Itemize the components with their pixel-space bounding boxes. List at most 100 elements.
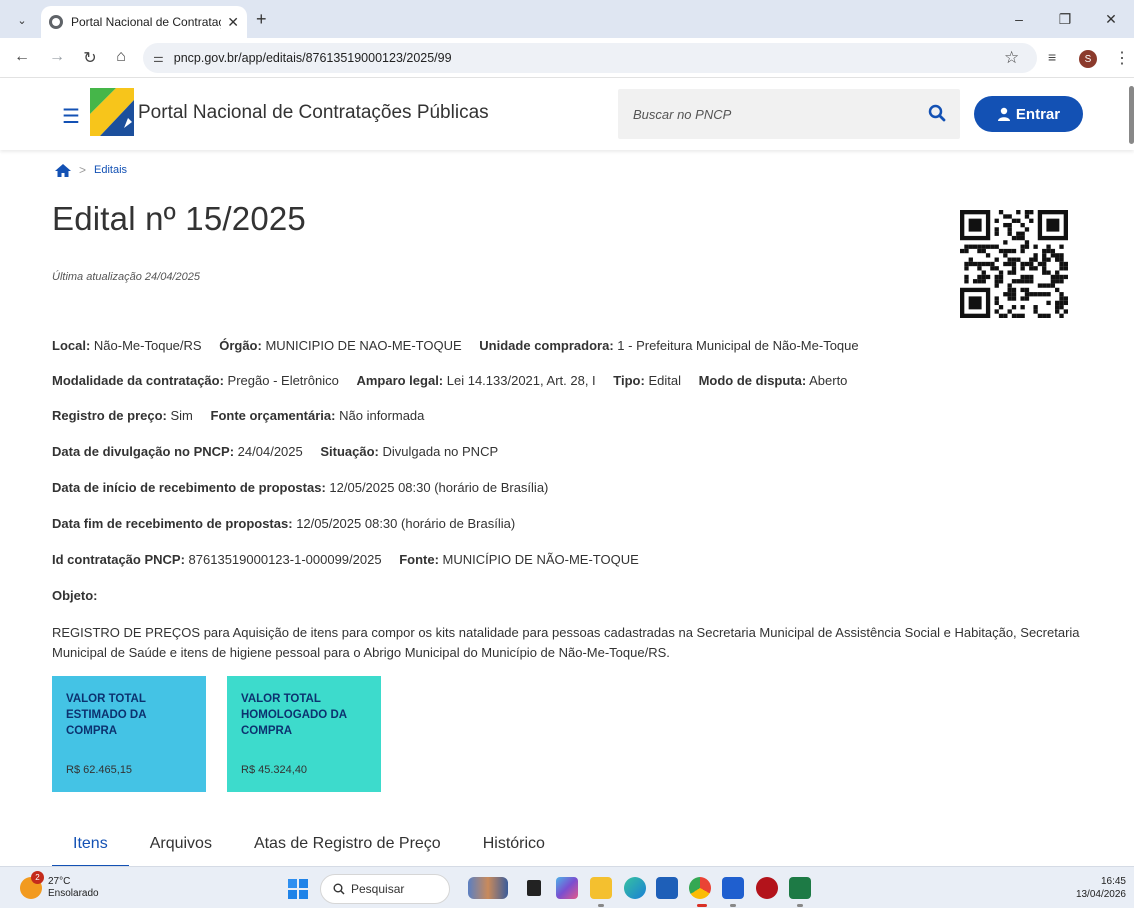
clock-date: 13/04/2026 [1075, 889, 1126, 900]
info-data-fim: Data fim de recebimento de propostas: 12… [52, 516, 516, 531]
temperature: 27°C [48, 876, 71, 887]
info-situacao: Situação: Divulgada no PNCP [320, 444, 499, 459]
browser-toolbar: ← → ↻ ⌂ ⚌ pncp.gov.br/app/editais/876135… [0, 38, 1134, 78]
info-row-fim-propostas: Data fim de recebimento de propostas: 12… [52, 516, 529, 531]
reading-list-icon[interactable]: ≡ [1048, 49, 1056, 65]
breadcrumb: > Editais [55, 163, 127, 177]
search-box [618, 89, 960, 139]
active-indicator [697, 904, 707, 907]
bookmark-star-icon[interactable]: ☆ [1004, 48, 1019, 68]
m365-icon[interactable] [556, 877, 578, 899]
login-label: Entrar [1015, 105, 1061, 123]
tab-title: Portal Nacional de Contratações [71, 15, 221, 29]
info-row-divulgacao: Data de divulgação no PNCP: 24/04/2025 S… [52, 444, 512, 459]
info-local: Local: Não-Me-Toque/RS [52, 338, 202, 353]
windows-start-icon[interactable] [288, 879, 308, 899]
close-tab-icon[interactable]: ✕ [227, 14, 239, 31]
widgets-icon[interactable] [468, 877, 508, 899]
browser-tab-active[interactable]: Portal Nacional de Contratações ✕ [41, 6, 247, 38]
restore-icon[interactable]: ❐ [1042, 0, 1088, 38]
profile-avatar[interactable]: S [1079, 50, 1097, 68]
card-value: R$ 62.465,15 [66, 764, 133, 776]
running-indicator [730, 904, 736, 907]
tab-historico[interactable]: Histórico [462, 820, 566, 868]
card-valor-homologado: VALOR TOTAL HOMOLOGADO DA COMPRA R$ 45.3… [227, 676, 381, 792]
info-data-divulgacao: Data de divulgação no PNCP: 24/04/2025 [52, 444, 303, 459]
windows-taskbar: 2 27°C Ensolarado Pesquisar 16:45 13/04/… [0, 866, 1134, 908]
page-title: Edital nº 15/2025 [52, 200, 306, 237]
taskbar-search-label: Pesquisar [351, 882, 405, 896]
chevron-right-icon: > [79, 163, 87, 177]
info-data-inicio: Data de início de recebimento de propost… [52, 480, 549, 495]
info-modo-disputa: Modo de disputa: Aberto [698, 373, 848, 388]
new-tab-icon[interactable]: + [256, 9, 267, 30]
taskbar-search[interactable]: Pesquisar [320, 874, 450, 904]
search-input[interactable] [618, 89, 918, 139]
weather-widget[interactable]: 2 27°C Ensolarado [20, 871, 99, 900]
address-bar[interactable]: ⚌ pncp.gov.br/app/editais/87613519000123… [143, 43, 1037, 73]
window-controls: – ❐ ✕ [996, 0, 1134, 38]
word-icon[interactable] [722, 877, 744, 899]
qr-code [960, 210, 1068, 318]
excel-icon[interactable] [789, 877, 811, 899]
file-explorer-icon[interactable] [590, 877, 612, 899]
site-info-icon[interactable]: ⚌ [153, 51, 164, 65]
close-window-icon[interactable]: ✕ [1088, 0, 1134, 38]
tab-atas-registro-preco[interactable]: Atas de Registro de Preço [233, 820, 462, 868]
hamburger-menu-icon[interactable]: ☰ [62, 104, 80, 129]
card-label: VALOR TOTAL HOMOLOGADO DA COMPRA [241, 693, 347, 737]
tab-itens[interactable]: Itens [52, 820, 129, 868]
reload-icon[interactable]: ↻ [80, 48, 100, 68]
home-icon[interactable]: ⌂ [111, 48, 131, 66]
info-id-contratacao: Id contratação PNCP: 87613519000123-1-00… [52, 552, 382, 567]
minimize-icon[interactable]: – [996, 0, 1042, 38]
info-unidade-compradora: Unidade compradora: 1 - Prefeitura Munic… [479, 338, 859, 353]
info-row-local: Local: Não-Me-Toque/RS Órgão: MUNICIPIO … [52, 338, 873, 353]
card-value: R$ 45.324,40 [241, 764, 308, 776]
browser-tab-strip: ⌄ Portal Nacional de Contratações ✕ + – … [0, 0, 1134, 38]
app-icon[interactable] [756, 877, 778, 899]
info-row-registro: Registro de preço: Sim Fonte orçamentári… [52, 408, 438, 423]
card-label: VALOR TOTAL ESTIMADO DA COMPRA [66, 693, 147, 737]
breadcrumb-editais[interactable]: Editais [94, 164, 127, 176]
back-arrow-icon[interactable]: ← [12, 48, 32, 66]
weather-condition: Ensolarado [48, 888, 99, 899]
site-header: ☰ Portal Nacional de Contratações Públic… [0, 78, 1134, 150]
info-row-objeto: Objeto: [52, 588, 112, 603]
pncp-logo[interactable] [90, 88, 134, 136]
page-scrollbar-thumb[interactable] [1129, 86, 1134, 144]
chrome-icon[interactable] [689, 877, 711, 899]
clock-time: 16:45 [1100, 876, 1126, 887]
home-icon[interactable] [55, 163, 71, 177]
notification-badge: 2 [31, 871, 44, 884]
forward-arrow-icon[interactable]: → [47, 48, 67, 66]
browser-menu-icon[interactable]: ⋮ [1114, 48, 1130, 68]
objeto-description: REGISTRO DE PREÇOS para Aquisição de ite… [52, 625, 1080, 660]
info-modalidade: Modalidade da contratação: Pregão - Elet… [52, 373, 339, 388]
edge-icon[interactable] [624, 877, 646, 899]
info-row-inicio-propostas: Data de início de recebimento de propost… [52, 480, 562, 495]
user-icon [997, 107, 1010, 121]
info-fonte-orcamentaria: Fonte orçamentária: Não informada [210, 408, 425, 423]
store-icon[interactable] [656, 877, 678, 899]
site-title[interactable]: Portal Nacional de Contratações Públicas [138, 102, 489, 124]
last-updated: Última atualização 24/04/2025 [52, 271, 200, 283]
search-icon [333, 883, 345, 895]
tab-arquivos[interactable]: Arquivos [129, 820, 233, 868]
login-button[interactable]: Entrar [974, 96, 1083, 132]
info-objeto-label: Objeto: [52, 588, 98, 603]
globe-icon [49, 15, 63, 29]
tab-search-chevron-icon[interactable]: ⌄ [12, 10, 32, 30]
content-tabs: Itens Arquivos Atas de Registro de Preço… [52, 820, 566, 868]
info-registro-preco: Registro de preço: Sim [52, 408, 193, 423]
task-view-icon[interactable] [527, 880, 541, 896]
info-tipo: Tipo: Edital [613, 373, 681, 388]
card-valor-estimado: VALOR TOTAL ESTIMADO DA COMPRA R$ 62.465… [52, 676, 206, 792]
url-text: pncp.gov.br/app/editais/87613519000123/2… [173, 51, 452, 65]
info-fonte: Fonte: MUNICÍPIO DE NÃO-ME-TOQUE [399, 552, 639, 567]
info-row-id: Id contratação PNCP: 87613519000123-1-00… [52, 552, 653, 567]
running-indicator [797, 904, 803, 907]
system-clock[interactable]: 16:45 13/04/2026 [1076, 875, 1126, 901]
running-indicator [598, 904, 604, 907]
search-icon[interactable] [928, 104, 946, 122]
